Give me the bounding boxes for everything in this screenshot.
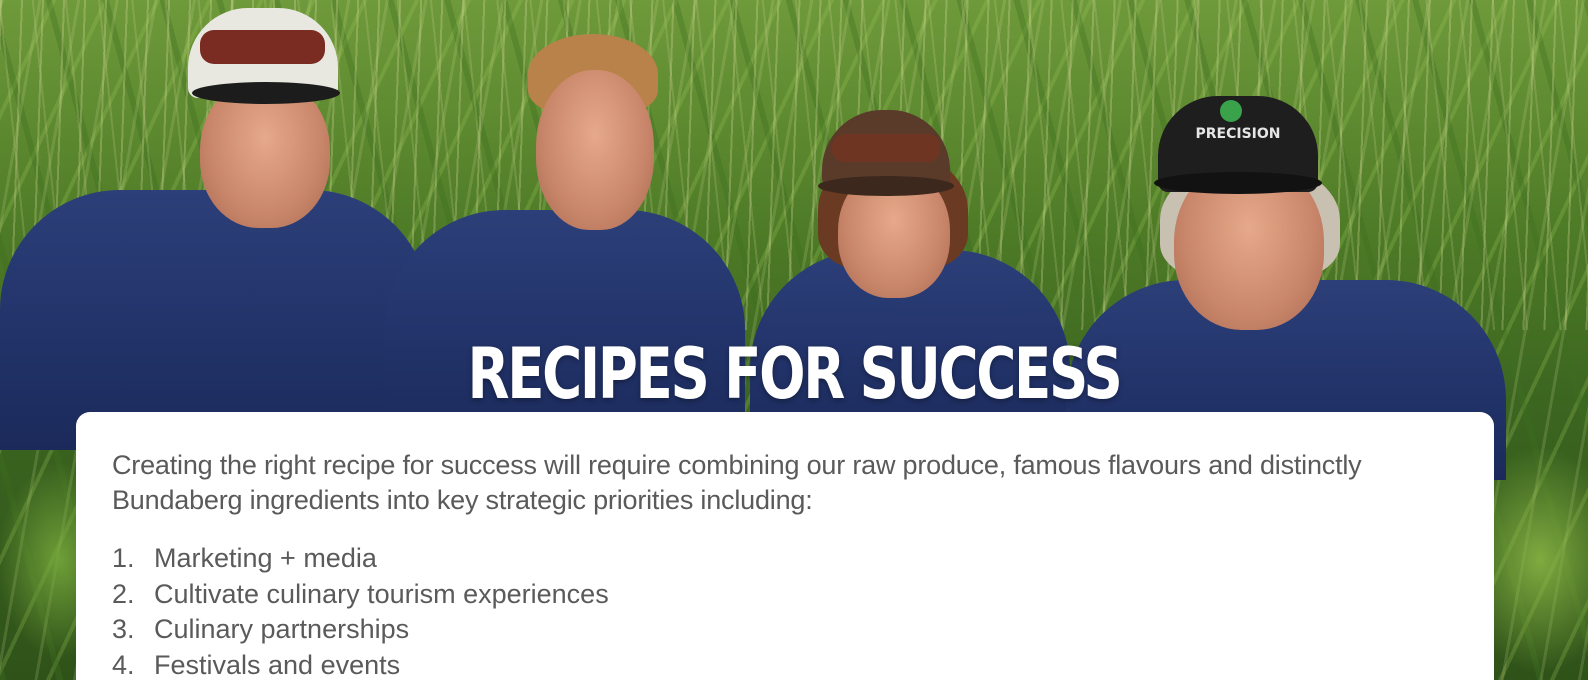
- list-label: Festivals and events: [154, 649, 401, 680]
- list-number: 3.: [112, 614, 135, 644]
- page-title: RECIPES FOR SUCCESS: [467, 332, 1123, 415]
- content-card: Creating the right recipe for success wi…: [76, 412, 1494, 680]
- priority-list: 1. Marketing + media 2. Cultivate culina…: [112, 541, 1458, 680]
- list-label: Culinary partnerships: [154, 614, 410, 644]
- list-item: 1. Marketing + media: [112, 541, 1458, 577]
- list-item: 3. Culinary partnerships: [112, 612, 1458, 648]
- list-number: 1.: [112, 543, 135, 573]
- list-number: 2.: [112, 578, 135, 609]
- hero-banner: PRECISION RECIPES FOR SUCCESS Creating t…: [0, 0, 1588, 680]
- list-item: 4. Festivals and events: [112, 648, 1458, 680]
- list-label: Marketing + media: [154, 543, 377, 573]
- leaf-icon: [1220, 100, 1242, 122]
- intro-text: Creating the right recipe for success wi…: [112, 450, 1362, 515]
- list-item: 2. Cultivate culinary tourism experience…: [112, 577, 1458, 613]
- list-number: 4.: [112, 649, 135, 680]
- list-label: Cultivate culinary tourism experiences: [154, 578, 609, 609]
- cap-logo-text: PRECISION: [1195, 126, 1281, 142]
